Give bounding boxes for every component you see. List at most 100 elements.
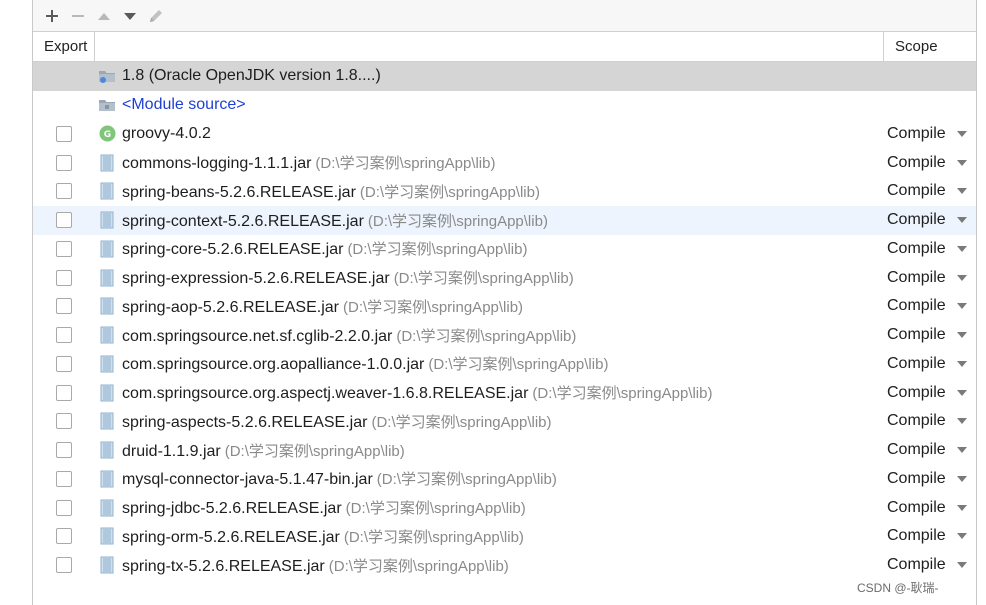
scope-dropdown[interactable]: Compile xyxy=(887,441,975,459)
dependency-row[interactable]: spring-core-5.2.6.RELEASE.jar (D:\学习案例\sp… xyxy=(33,235,976,264)
dependency-list: 1.8 (Oracle OpenJDK version 1.8....) <Mod… xyxy=(33,62,976,580)
export-checkbox[interactable] xyxy=(56,298,72,315)
scope-dropdown[interactable]: Compile xyxy=(887,412,975,430)
scope-dropdown[interactable]: Compile xyxy=(887,297,975,315)
scope-value: Compile xyxy=(887,441,946,459)
jar-icon xyxy=(98,211,116,229)
dependency-name: spring-orm-5.2.6.RELEASE.jar xyxy=(122,528,340,546)
dependency-row[interactable]: spring-tx-5.2.6.RELEASE.jar (D:\学习案例\spri… xyxy=(33,551,976,580)
chevron-down-icon xyxy=(957,245,967,252)
chevron-down-icon xyxy=(957,533,967,540)
toolbar xyxy=(33,0,976,32)
export-checkbox[interactable] xyxy=(56,413,72,430)
add-button[interactable] xyxy=(39,4,65,28)
dependency-row[interactable]: com.springsource.net.sf.cglib-2.2.0.jar(… xyxy=(33,321,976,350)
chevron-down-icon xyxy=(957,418,967,425)
jar-icon xyxy=(98,441,116,459)
scope-value: Compile xyxy=(887,211,946,229)
export-checkbox[interactable] xyxy=(56,470,72,487)
export-checkbox[interactable] xyxy=(56,442,72,459)
export-checkbox[interactable] xyxy=(56,327,72,344)
move-down-button[interactable] xyxy=(117,4,143,28)
jar-icon xyxy=(98,527,116,545)
export-checkbox[interactable] xyxy=(56,528,72,545)
export-checkbox[interactable] xyxy=(56,355,72,372)
dependency-row[interactable]: com.springsource.org.aopalliance-1.0.0.j… xyxy=(33,350,976,379)
dependency-path: (D:\学习案例\springApp\lib) xyxy=(343,298,524,316)
jdk-row[interactable]: 1.8 (Oracle OpenJDK version 1.8....) xyxy=(33,62,976,91)
dependency-row[interactable]: Ggroovy-4.0.2 Compile xyxy=(33,120,976,149)
dependency-name: commons-logging-1.1.1.jar xyxy=(122,155,312,173)
scope-value: Compile xyxy=(887,239,946,257)
dependency-name: spring-aspects-5.2.6.RELEASE.jar xyxy=(122,413,368,431)
dependency-label: 1.8 (Oracle OpenJDK version 1.8....) xyxy=(122,67,381,85)
export-checkbox[interactable] xyxy=(56,384,72,401)
dependency-label: <Module source> xyxy=(122,96,246,114)
jar-icon xyxy=(98,182,116,200)
dependency-name: groovy-4.0.2 xyxy=(122,124,211,142)
remove-button[interactable] xyxy=(65,4,91,28)
edit-button[interactable] xyxy=(143,4,169,28)
jar-icon xyxy=(98,297,116,315)
scope-value: Compile xyxy=(887,383,946,401)
export-checkbox[interactable] xyxy=(56,154,72,171)
chevron-down-icon xyxy=(957,274,967,281)
dependency-row[interactable]: spring-orm-5.2.6.RELEASE.jar (D:\学习案例\spr… xyxy=(33,522,976,551)
dependency-label: spring-tx-5.2.6.RELEASE.jar (D:\学习案例\spri… xyxy=(122,555,509,576)
scope-dropdown[interactable]: Compile xyxy=(887,269,975,287)
dependency-row[interactable]: com.springsource.org.aspectj.weaver-1.6.… xyxy=(33,378,976,407)
dependency-label: com.springsource.org.aopalliance-1.0.0.j… xyxy=(122,353,608,374)
scope-dropdown[interactable]: Compile xyxy=(887,527,975,545)
scope-dropdown[interactable]: Compile xyxy=(887,470,975,488)
dependency-name: spring-core-5.2.6.RELEASE.jar xyxy=(122,241,344,259)
jar-icon xyxy=(98,412,116,430)
dependency-path: (D:\学习案例\springApp\lib) xyxy=(532,385,713,403)
export-column-header[interactable]: Export xyxy=(33,32,95,61)
dependency-label: spring-beans-5.2.6.RELEASE.jar (D:\学习案例\s… xyxy=(122,181,540,202)
dependency-row[interactable]: spring-jdbc-5.2.6.RELEASE.jar (D:\学习案例\sp… xyxy=(33,493,976,522)
dependency-row[interactable]: mysql-connector-java-5.1.47-bin.jar (D:\学… xyxy=(33,465,976,494)
scope-dropdown[interactable]: Compile xyxy=(887,211,975,229)
dependency-row[interactable]: spring-aspects-5.2.6.RELEASE.jar (D:\学习案例… xyxy=(33,407,976,436)
dependency-row[interactable]: spring-beans-5.2.6.RELEASE.jar (D:\学习案例\s… xyxy=(33,177,976,206)
dependency-path: (D:\学习案例\springApp\lib) xyxy=(315,155,496,173)
chevron-down-icon xyxy=(957,562,967,569)
jar-icon xyxy=(98,355,116,373)
dependency-row[interactable]: spring-aop-5.2.6.RELEASE.jar (D:\学习案例\spr… xyxy=(33,292,976,321)
module-source-row[interactable]: <Module source> xyxy=(33,91,976,120)
export-checkbox[interactable] xyxy=(56,269,72,286)
export-checkbox[interactable] xyxy=(56,240,72,257)
scope-dropdown[interactable]: Compile xyxy=(887,556,975,574)
scope-dropdown[interactable]: Compile xyxy=(887,384,975,402)
export-checkbox[interactable] xyxy=(56,183,72,200)
scope-dropdown[interactable]: Compile xyxy=(887,355,975,373)
dependency-row[interactable]: spring-context-5.2.6.RELEASE.jar (D:\学习案例… xyxy=(33,205,976,235)
move-up-button[interactable] xyxy=(91,4,117,28)
chevron-down-icon xyxy=(957,447,967,454)
scope-dropdown[interactable]: Compile xyxy=(887,326,975,344)
dependency-label: com.springsource.org.aspectj.weaver-1.6.… xyxy=(122,382,712,403)
dependency-row[interactable]: commons-logging-1.1.1.jar (D:\学习案例\spring… xyxy=(33,148,976,177)
dependency-row[interactable]: druid-1.1.9.jar (D:\学习案例\springApp\lib) Co… xyxy=(33,436,976,465)
scope-dropdown[interactable]: Compile xyxy=(887,154,975,172)
dependency-name: spring-context-5.2.6.RELEASE.jar xyxy=(122,212,364,230)
scope-value: Compile xyxy=(887,124,946,142)
dependency-row[interactable]: spring-expression-5.2.6.RELEASE.jar (D:\学… xyxy=(33,263,976,292)
dependency-path: (D:\学习案例\springApp\lib) xyxy=(328,557,509,575)
scope-value: Compile xyxy=(887,498,946,516)
export-checkbox[interactable] xyxy=(56,212,72,229)
export-checkbox[interactable] xyxy=(56,125,72,142)
dependency-path: (D:\学习案例\springApp\lib) xyxy=(367,212,548,230)
scope-dropdown[interactable]: Compile xyxy=(887,125,975,143)
scope-dropdown[interactable]: Compile xyxy=(887,499,975,517)
scope-value: Compile xyxy=(887,527,946,545)
jar-icon xyxy=(98,154,116,172)
scope-dropdown[interactable]: Compile xyxy=(887,182,975,200)
scope-dropdown[interactable]: Compile xyxy=(887,240,975,258)
export-checkbox[interactable] xyxy=(56,557,72,574)
export-checkbox[interactable] xyxy=(56,499,72,516)
scope-value: Compile xyxy=(887,556,946,574)
dependency-path: (D:\学习案例\springApp\lib) xyxy=(428,356,609,374)
scope-column-header[interactable]: Scope xyxy=(883,32,977,61)
dependency-name: spring-jdbc-5.2.6.RELEASE.jar xyxy=(122,500,342,518)
